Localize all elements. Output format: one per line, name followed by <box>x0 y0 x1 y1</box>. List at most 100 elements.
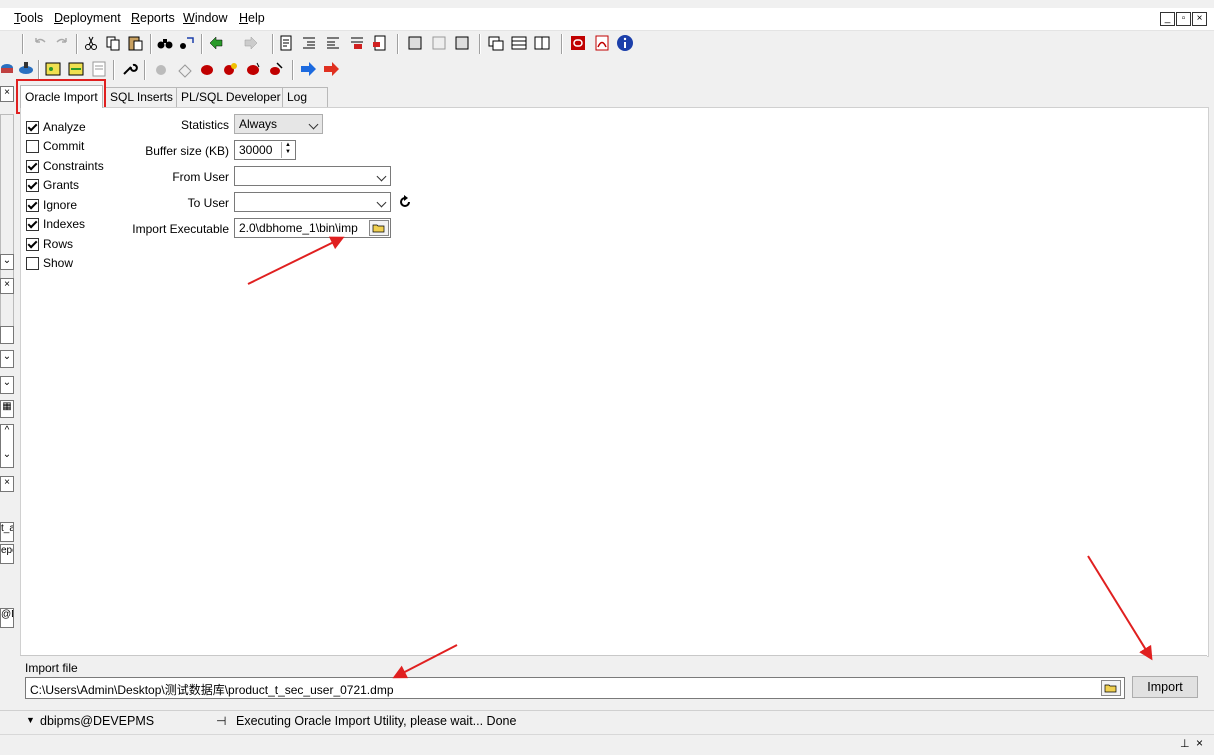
chevron-up-icon[interactable]: ▲ <box>282 142 294 149</box>
arrow-right-red-icon[interactable] <box>322 60 340 78</box>
left-label-1: t_a <box>0 522 14 542</box>
edit-icon[interactable] <box>278 34 296 52</box>
grants-checkbox[interactable] <box>26 178 39 192</box>
show-checkbox[interactable] <box>26 256 39 270</box>
buffer-size-label: Buffer size (KB) <box>145 144 229 158</box>
bottom-dock-bar: ⊥ × <box>0 734 1214 755</box>
connection-label[interactable]: dbipms@DEVEPMS <box>40 714 154 728</box>
back-icon[interactable] <box>207 34 225 52</box>
undo-icon[interactable] <box>31 34 49 52</box>
copy-icon[interactable] <box>104 34 122 52</box>
option-rows[interactable]: Rows <box>26 236 73 252</box>
folder-open-icon[interactable] <box>1101 680 1121 696</box>
close-icon[interactable]: × <box>0 476 14 492</box>
option-grants[interactable]: Grants <box>26 177 79 193</box>
paste-icon[interactable] <box>126 34 144 52</box>
pin-icon[interactable]: ⊥ <box>1180 737 1190 750</box>
indexes-checkbox[interactable] <box>26 217 39 231</box>
caret-down-icon[interactable]: ▼ <box>26 715 35 725</box>
eraser-icon[interactable] <box>176 60 194 78</box>
tool-2-icon[interactable] <box>430 34 448 52</box>
step-over-icon[interactable] <box>244 60 262 78</box>
option-analyze[interactable]: Analyze <box>26 119 86 135</box>
close-icon[interactable]: × <box>1196 736 1203 750</box>
chevron-down-icon[interactable]: ⌄ <box>0 350 14 368</box>
report-icon[interactable] <box>90 60 108 78</box>
menu-deployment[interactable]: Deployment <box>54 11 121 25</box>
wrench-icon[interactable] <box>120 60 138 78</box>
run-icon[interactable] <box>198 60 216 78</box>
option-commit[interactable]: Commit <box>26 138 84 154</box>
beautify-icon[interactable] <box>44 60 62 78</box>
arrow-right-blue-icon[interactable] <box>299 60 317 78</box>
uncomment-icon[interactable] <box>371 34 389 52</box>
spin-buttons[interactable]: ▲ ▼ <box>281 142 294 158</box>
indent-icon[interactable] <box>300 34 318 52</box>
import-executable-input[interactable]: 2.0\dbhome_1\bin\imp <box>234 218 391 238</box>
import-file-area: Import file C:\Users\Admin\Desktop\测试数据库… <box>20 655 1207 708</box>
import-button[interactable]: Import <box>1132 676 1198 698</box>
menu-help[interactable]: Help <box>239 11 265 25</box>
forward-icon[interactable] <box>242 34 260 52</box>
menu-tools[interactable]: Tools <box>14 11 43 25</box>
redo-icon[interactable] <box>53 34 71 52</box>
tool-3-icon[interactable] <box>453 34 471 52</box>
commit-checkbox[interactable] <box>26 139 39 153</box>
chevron-down-icon[interactable]: ⌄ <box>0 254 14 270</box>
oracle-icon[interactable] <box>569 34 587 52</box>
option-show[interactable]: Show <box>26 255 73 271</box>
close-icon[interactable]: × <box>0 86 14 102</box>
option-indexes[interactable]: Indexes <box>26 216 85 232</box>
windows-icon[interactable] <box>487 34 505 52</box>
db-icon[interactable] <box>0 60 18 78</box>
comment-icon[interactable] <box>348 34 366 52</box>
left-scrollbar[interactable] <box>0 114 14 336</box>
template-icon[interactable] <box>67 60 85 78</box>
connect-icon[interactable] <box>17 60 35 78</box>
tab-plsql-developer[interactable]: PL/SQL Developer <box>176 87 286 107</box>
chevron-down-icon[interactable]: ⌄ <box>0 376 14 394</box>
restore-icon[interactable]: ▫ <box>1176 12 1191 26</box>
from-user-label: From User <box>172 170 229 184</box>
rows-checkbox[interactable] <box>26 237 39 251</box>
close-window-icon[interactable]: × <box>1192 12 1207 26</box>
menu-window[interactable]: Window <box>183 11 227 25</box>
chevron-down-icon <box>308 119 319 130</box>
chevron-down-icon[interactable]: ▼ <box>282 149 294 156</box>
buffer-size-stepper[interactable]: 30000 ▲ ▼ <box>234 140 296 160</box>
pdf-icon[interactable] <box>593 34 611 52</box>
menu-reports[interactable]: Reports <box>131 11 175 25</box>
option-ignore[interactable]: Ignore <box>26 197 77 213</box>
cascade-icon[interactable] <box>533 34 551 52</box>
minimize-icon[interactable]: _ <box>1160 12 1175 26</box>
tab-oracle-import[interactable]: Oracle Import <box>20 85 103 108</box>
analyze-checkbox[interactable] <box>26 120 39 134</box>
find-icon[interactable] <box>156 34 174 52</box>
debug-icon[interactable] <box>152 60 170 78</box>
close-icon[interactable]: × <box>0 278 14 294</box>
scroll-arrows[interactable]: ^ ⌄ <box>0 424 14 468</box>
from-user-select[interactable] <box>234 166 391 186</box>
cut-icon[interactable] <box>82 34 100 52</box>
step-icon[interactable] <box>221 60 239 78</box>
option-constraints[interactable]: Constraints <box>26 158 104 174</box>
tab-log[interactable]: Log <box>282 87 328 107</box>
refresh-icon[interactable] <box>398 195 412 209</box>
unindent-icon[interactable] <box>324 34 342 52</box>
replace-icon[interactable] <box>178 34 196 52</box>
oracle-import-panel: Analyze Commit Constraints Grants Ignore… <box>20 107 1209 657</box>
folder-open-icon[interactable] <box>369 220 389 236</box>
statistics-select[interactable]: Always <box>234 114 323 134</box>
tile-icon[interactable] <box>510 34 528 52</box>
info-icon[interactable] <box>616 34 634 52</box>
step-out-icon[interactable] <box>267 60 285 78</box>
left-input[interactable] <box>0 326 14 344</box>
tool-1-icon[interactable] <box>406 34 424 52</box>
to-user-select[interactable] <box>234 192 391 212</box>
grid-icon[interactable]: ▦ <box>0 400 14 418</box>
constraints-checkbox[interactable] <box>26 159 39 173</box>
pin-icon: ⊣ <box>216 714 227 728</box>
ignore-checkbox[interactable] <box>26 198 39 212</box>
import-file-input[interactable]: C:\Users\Admin\Desktop\测试数据库\product_t_s… <box>25 677 1125 699</box>
tab-sql-inserts[interactable]: SQL Inserts <box>105 87 178 107</box>
